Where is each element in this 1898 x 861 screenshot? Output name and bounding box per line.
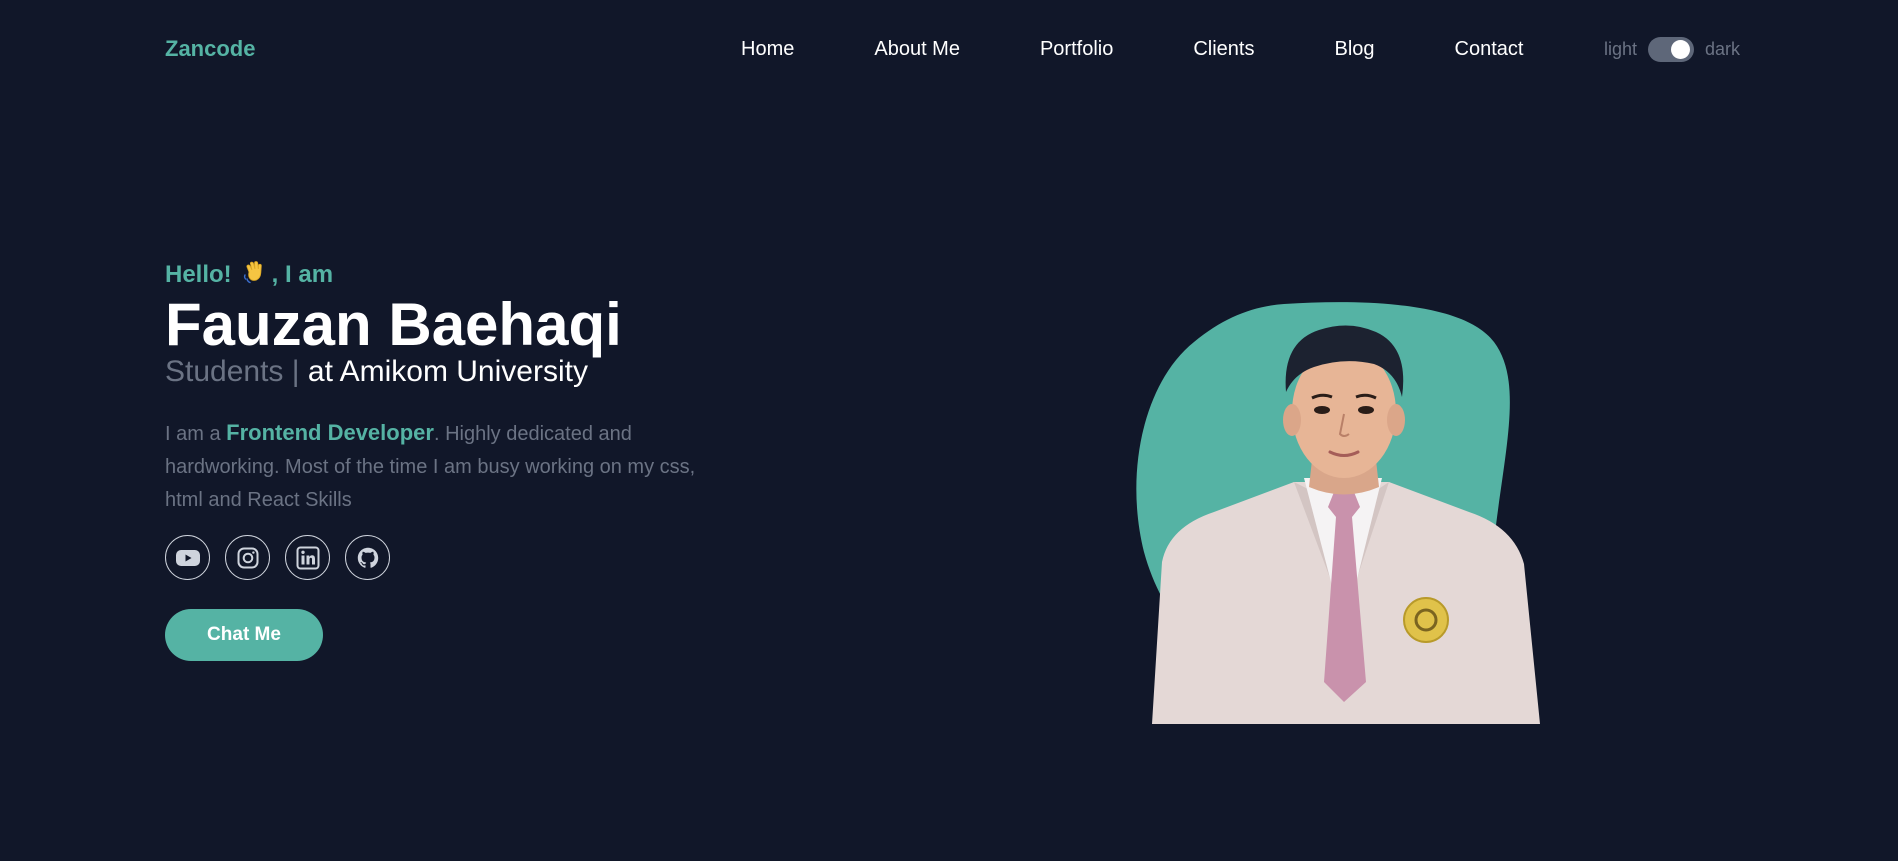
role-title: Students | — [165, 355, 300, 388]
desc-prefix: I am a — [165, 423, 221, 445]
linkedin-icon — [296, 546, 319, 569]
nav-item-home[interactable]: Home — [741, 37, 794, 61]
hero-description: I am a Frontend Developer. Highly dedica… — [165, 416, 725, 517]
role-institution: at Amikom University — [307, 355, 588, 388]
greeting-suffix: , I am — [271, 261, 334, 288]
nav-menu: Home About Me Portfolio Clients Blog Con… — [741, 37, 1523, 61]
github-link[interactable] — [345, 535, 390, 580]
theme-toggle-knob — [1671, 39, 1691, 59]
theme-dark-label: dark — [1705, 38, 1741, 59]
waving-hand-icon — [242, 258, 268, 292]
chat-me-button[interactable]: Chat Me — [165, 609, 323, 661]
theme-light-label: light — [1604, 38, 1638, 59]
nav-item-clients[interactable]: Clients — [1193, 37, 1254, 61]
hero-section: Hello! , I am Fauzan Baehaqi Students | … — [165, 258, 765, 661]
theme-switcher: light dark — [1604, 36, 1741, 62]
instagram-link[interactable] — [225, 535, 270, 580]
youtube-link[interactable] — [165, 535, 210, 580]
github-icon — [357, 547, 378, 568]
hero-role: Students | at Amikom University — [165, 354, 765, 390]
nav-item-contact[interactable]: Contact — [1455, 37, 1524, 61]
greeting: Hello! , I am — [165, 258, 765, 292]
linkedin-link[interactable] — [285, 535, 330, 580]
navbar: Zancode Home About Me Portfolio Clients … — [165, 0, 1740, 98]
nav-item-blog[interactable]: Blog — [1334, 37, 1374, 61]
instagram-icon — [237, 547, 258, 568]
nav-item-portfolio[interactable]: Portfolio — [1040, 37, 1113, 61]
emblem-badge — [1403, 597, 1449, 643]
nav-item-about-me[interactable]: About Me — [874, 37, 960, 61]
profile-portrait — [1134, 302, 1560, 724]
logo[interactable]: Zancode — [165, 36, 255, 62]
greeting-prefix: Hello! — [165, 261, 232, 288]
theme-toggle[interactable] — [1648, 36, 1695, 62]
hero-name: Fauzan Baehaqi — [165, 291, 622, 358]
desc-highlight: Frontend Developer — [226, 420, 434, 445]
social-links — [165, 535, 765, 580]
page: Zancode Home About Me Portfolio Clients … — [0, 0, 1898, 861]
youtube-icon — [175, 549, 200, 566]
